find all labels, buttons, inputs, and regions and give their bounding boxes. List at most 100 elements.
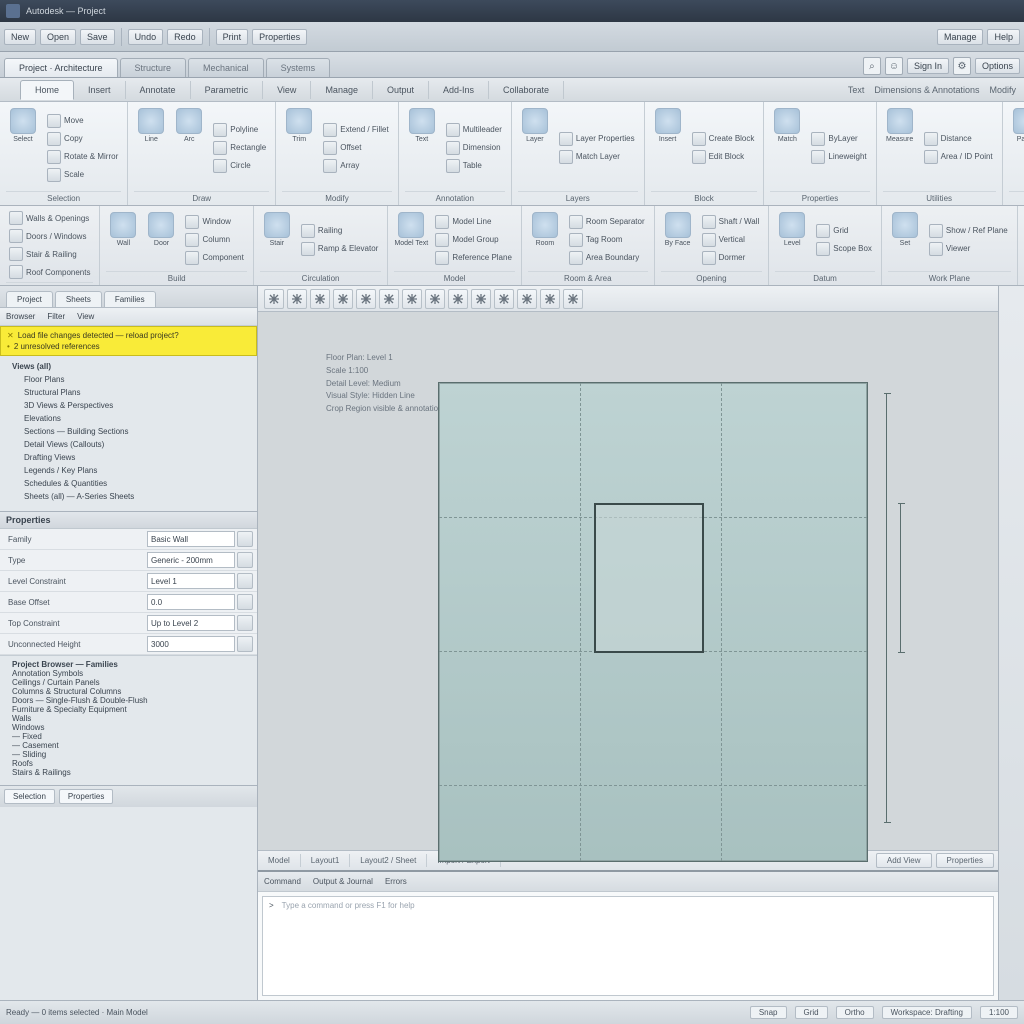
orbit-icon[interactable] — [356, 289, 376, 309]
ribbon-big-button[interactable]: Text — [405, 106, 439, 164]
tree-node[interactable]: 3D Views & Perspectives — [24, 399, 251, 412]
ribbon-tab-insert[interactable]: Insert — [74, 81, 126, 99]
sun-path-icon[interactable] — [494, 289, 514, 309]
property-more-icon[interactable] — [237, 573, 253, 589]
layout-tab[interactable]: Layout1 — [301, 854, 350, 867]
ribbon-big-button[interactable]: Set — [888, 210, 922, 268]
thin-lines-icon[interactable] — [448, 289, 468, 309]
tree-node[interactable]: Windows — [12, 723, 251, 732]
ribbon-small-button[interactable]: Layer Properties — [556, 131, 638, 147]
ribbon-small-button[interactable]: ByLayer — [808, 131, 869, 147]
visual-style-icon[interactable] — [425, 289, 445, 309]
drawing-plan[interactable] — [438, 382, 868, 862]
tree-node[interactable]: Stairs & Railings — [12, 768, 251, 777]
status-toggle[interactable]: Snap — [750, 1006, 787, 1019]
qa-open-button[interactable]: Open — [40, 29, 76, 45]
ribbon-small-button[interactable]: Reference Plane — [432, 250, 515, 266]
tree-node[interactable]: Columns & Structural Columns — [12, 687, 251, 696]
ribbon-big-button[interactable]: Model Text — [394, 210, 428, 268]
property-value-input[interactable]: Level 1 — [147, 573, 235, 589]
section-box-icon[interactable] — [402, 289, 422, 309]
property-value-input[interactable]: Generic - 200mm — [147, 552, 235, 568]
ribbon-small-button[interactable]: Lineweight — [808, 149, 869, 165]
ribbon-small-button[interactable]: Rectangle — [210, 140, 269, 156]
scale-selector[interactable]: 1:100 — [980, 1006, 1018, 1019]
walk-icon[interactable] — [379, 289, 399, 309]
tree-node[interactable]: Detail Views (Callouts) — [24, 438, 251, 451]
ribbon-small-button[interactable]: Doors / Windows — [6, 228, 93, 244]
ribbon-big-button[interactable]: Insert — [651, 106, 685, 164]
ribbon-small-button[interactable]: Room Separator — [566, 214, 648, 230]
layout-tab[interactable]: Layout2 / Sheet — [350, 854, 427, 867]
tree-node[interactable]: Ceilings / Curtain Panels — [12, 678, 251, 687]
ribbon-tab-parametric[interactable]: Parametric — [191, 81, 264, 99]
left-tab-families[interactable]: Families — [104, 291, 156, 307]
ribbon-big-button[interactable]: Arc — [172, 106, 206, 164]
doc-tab-active[interactable]: Project · Architecture — [4, 58, 118, 77]
cmd-tab[interactable]: Command — [264, 877, 301, 886]
show-hidden-icon[interactable] — [540, 289, 560, 309]
ribbon-big-button[interactable]: Layer — [518, 106, 552, 164]
ribbon-small-button[interactable]: Scope Box — [813, 241, 875, 257]
drawing-canvas-viewport[interactable]: Floor Plan: Level 1Scale 1:100Detail Lev… — [258, 312, 998, 850]
property-value-input[interactable]: Up to Level 2 — [147, 615, 235, 631]
cmd-tab[interactable]: Errors — [385, 877, 407, 886]
tree-node[interactable]: Drafting Views — [24, 451, 251, 464]
property-more-icon[interactable] — [237, 531, 253, 547]
ribbon-big-button[interactable]: Measure — [883, 106, 917, 164]
ribbon-tab-addins[interactable]: Add-Ins — [429, 81, 489, 99]
ribbon-small-button[interactable]: Model Group — [432, 232, 515, 248]
ribbon-small-button[interactable]: Rotate & Mirror — [44, 149, 121, 165]
qa-new-button[interactable]: New — [4, 29, 36, 45]
ribbon-big-button[interactable]: Line — [134, 106, 168, 164]
ribbon-small-button[interactable]: Move — [44, 113, 121, 129]
tree-node[interactable]: Furniture & Specialty Equipment — [12, 705, 251, 714]
ribbon-small-button[interactable]: Tag Room — [566, 232, 648, 248]
tree-node[interactable]: Sections — Building Sections — [24, 425, 251, 438]
ribbon-big-button[interactable]: Select — [6, 106, 40, 164]
doc-tab[interactable]: Systems — [266, 58, 331, 77]
render-icon[interactable] — [517, 289, 537, 309]
ribbon-small-button[interactable]: Offset — [320, 140, 391, 156]
ribbon-big-button[interactable]: Stair — [260, 210, 294, 268]
qa-properties-button[interactable]: Properties — [252, 29, 307, 45]
zoom-window-icon[interactable] — [333, 289, 353, 309]
ribbon-small-button[interactable]: Model Line — [432, 214, 515, 230]
warning-close-icon[interactable]: ✕ — [7, 331, 14, 340]
ribbon-small-button[interactable]: Ramp & Elevator — [298, 241, 381, 257]
gear-icon[interactable]: ⚙ — [953, 57, 971, 75]
menu-manage[interactable]: Manage — [937, 29, 984, 45]
ribbon-big-button[interactable]: Wall — [106, 210, 140, 268]
property-more-icon[interactable] — [237, 594, 253, 610]
dimension-line[interactable] — [886, 393, 887, 823]
ribbon-small-button[interactable]: Dormer — [699, 250, 763, 266]
tree-node[interactable]: Walls — [12, 714, 251, 723]
ribbon-small-button[interactable]: Walls & Openings — [6, 210, 93, 226]
ribbon-small-button[interactable]: Column — [182, 232, 246, 248]
right-collapsed-panel[interactable] — [998, 286, 1024, 1000]
property-value-input[interactable]: 0.0 — [147, 594, 235, 610]
ribbon-big-button[interactable]: Room — [528, 210, 562, 268]
ribbon-tab-annotate[interactable]: Annotate — [126, 81, 191, 99]
ribbon-big-button[interactable]: By Face — [661, 210, 695, 268]
ribbon-big-button[interactable]: Level — [775, 210, 809, 268]
left-bottom-tab[interactable]: Properties — [59, 789, 113, 804]
ribbon-small-button[interactable]: Match Layer — [556, 149, 638, 165]
dimension-line[interactable] — [900, 503, 901, 653]
ribbon-tab-home[interactable]: Home — [20, 80, 74, 100]
ribbon-small-button[interactable]: Array — [320, 158, 391, 174]
ribbon-small-button[interactable]: Shaft / Wall — [699, 214, 763, 230]
status-toggle[interactable]: Ortho — [836, 1006, 874, 1019]
ribbon-small-button[interactable]: Stair & Railing — [6, 246, 93, 262]
options-button[interactable]: Options — [975, 58, 1020, 74]
ribbon-tab-manage[interactable]: Manage — [311, 81, 373, 99]
ribbon-small-button[interactable]: Area / ID Point — [921, 149, 996, 165]
ribbon-small-button[interactable]: Window — [182, 214, 246, 230]
footer-button[interactable]: Add View — [876, 853, 932, 868]
left-tab-sheets[interactable]: Sheets — [55, 291, 102, 307]
ribbon-small-button[interactable]: Scale — [44, 167, 121, 183]
tree-group-title[interactable]: Project Browser — Families — [12, 660, 251, 669]
footer-button[interactable]: Properties — [936, 853, 994, 868]
doc-tab[interactable]: Mechanical — [188, 58, 264, 77]
cmd-tab[interactable]: Output & Journal — [313, 877, 373, 886]
